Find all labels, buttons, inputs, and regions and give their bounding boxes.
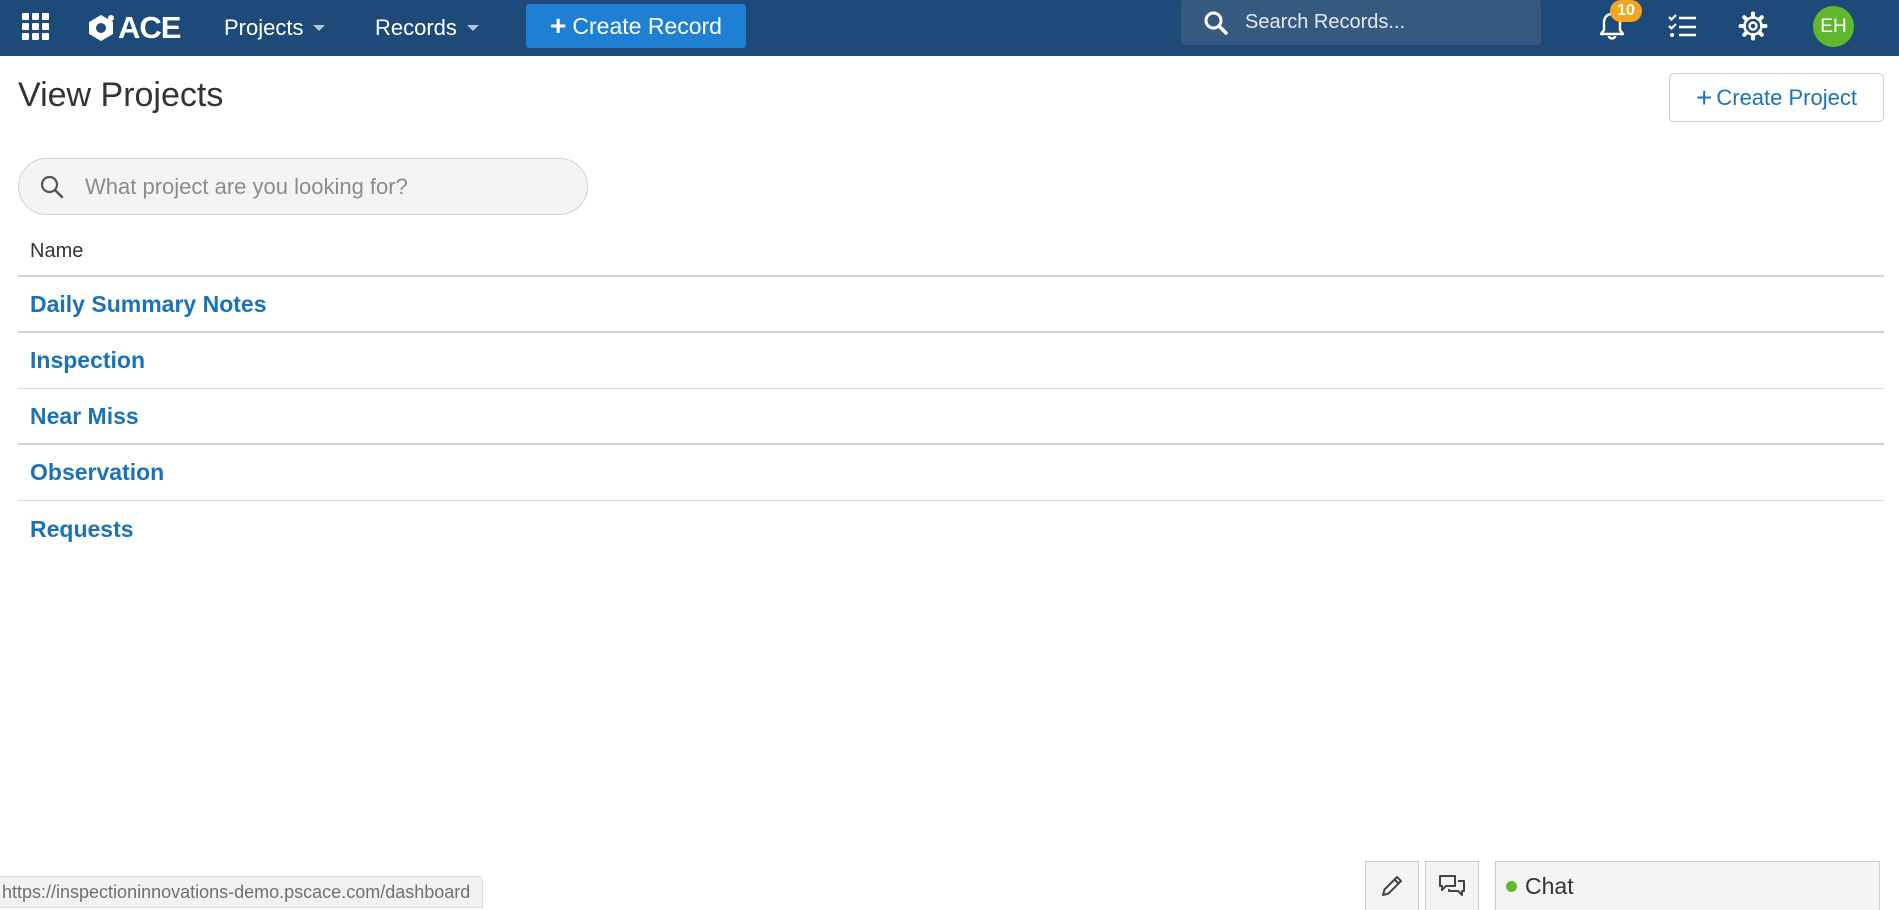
top-navbar: ACE Projects Records + Create Record 10: [0, 0, 1899, 56]
search-icon: [40, 175, 64, 198]
table-row: Daily Summary Notes: [18, 277, 1884, 333]
create-record-label: Create Record: [572, 12, 722, 39]
user-avatar[interactable]: EH: [1813, 6, 1854, 47]
project-link-near-miss[interactable]: Near Miss: [30, 403, 139, 430]
chat-online-indicator: [1506, 880, 1517, 892]
project-link-daily-summary-notes[interactable]: Daily Summary Notes: [30, 291, 266, 318]
plus-icon: +: [550, 10, 567, 41]
chat-label: Chat: [1525, 872, 1574, 899]
record-search-box: [1181, 0, 1541, 45]
projects-menu-label: Projects: [224, 15, 304, 40]
task-list-icon: [1668, 14, 1696, 37]
project-link-observation[interactable]: Observation: [30, 459, 164, 486]
project-link-requests[interactable]: Requests: [30, 516, 134, 543]
table-row: Inspection: [18, 333, 1884, 389]
records-menu-label: Records: [375, 15, 457, 40]
gear-icon: [1738, 11, 1768, 41]
projects-menu[interactable]: Projects: [224, 12, 326, 44]
create-record-button[interactable]: + Create Record: [526, 4, 746, 48]
records-menu[interactable]: Records: [375, 12, 479, 44]
logo-text: ACE: [118, 10, 181, 45]
column-header-name[interactable]: Name: [18, 227, 1884, 277]
comments-icon: [1439, 875, 1465, 896]
ace-logo-icon: [89, 15, 114, 41]
apps-grid-icon[interactable]: [22, 13, 50, 41]
ace-logo[interactable]: ACE: [86, 8, 181, 48]
search-icon: [1204, 11, 1228, 35]
chat-widget[interactable]: Chat: [1495, 861, 1880, 910]
table-body: Daily Summary Notes Inspection Near Miss…: [18, 277, 1884, 557]
projects-table: Name Daily Summary Notes Inspection Near…: [18, 227, 1884, 557]
record-search-input[interactable]: [1243, 10, 1523, 35]
table-row: Near Miss: [18, 389, 1884, 445]
create-project-label: Create Project: [1716, 84, 1857, 110]
page-title: View Projects: [18, 76, 224, 114]
status-bar-url: https://inspectioninnovations-demo.pscac…: [0, 876, 484, 908]
table-row: Observation: [18, 445, 1884, 501]
project-search-input[interactable]: [83, 172, 563, 201]
table-row: Requests: [18, 501, 1884, 557]
comments-button[interactable]: [1425, 861, 1479, 910]
settings-button[interactable]: [1735, 8, 1771, 44]
chevron-down-icon: [466, 25, 479, 31]
create-project-button[interactable]: + Create Project: [1669, 73, 1884, 122]
project-search-box: [18, 158, 588, 215]
project-link-inspection[interactable]: Inspection: [30, 347, 145, 374]
notification-count-badge: 10: [1610, 0, 1642, 22]
edit-button[interactable]: [1365, 861, 1419, 910]
chevron-down-icon: [313, 25, 326, 31]
pencil-icon: [1382, 876, 1402, 896]
plus-icon: +: [1696, 81, 1713, 113]
tasks-button[interactable]: [1664, 8, 1700, 44]
